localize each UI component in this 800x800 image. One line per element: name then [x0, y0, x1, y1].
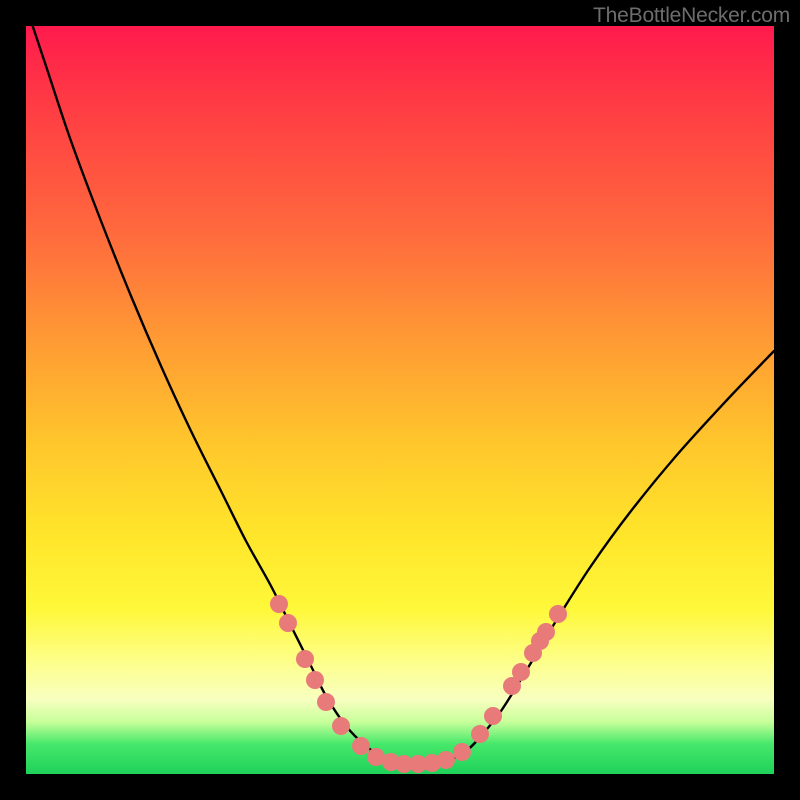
chart-frame: TheBottleNecker.com [0, 0, 800, 800]
curve-marker [471, 725, 489, 743]
curve-marker [270, 595, 288, 613]
curve-marker [537, 623, 555, 641]
curve-marker [512, 663, 530, 681]
watermark-text: TheBottleNecker.com [593, 4, 790, 28]
curve-layer [26, 26, 774, 774]
curve-marker [437, 751, 455, 769]
marker-group [270, 595, 567, 773]
plot-area [26, 26, 774, 774]
curve-marker [352, 737, 370, 755]
curve-marker [332, 717, 350, 735]
curve-marker [484, 707, 502, 725]
bottleneck-curve [26, 26, 774, 764]
curve-marker [549, 605, 567, 623]
curve-marker [317, 693, 335, 711]
curve-marker [306, 671, 324, 689]
curve-marker [279, 614, 297, 632]
curve-marker [453, 743, 471, 761]
curve-marker [296, 650, 314, 668]
